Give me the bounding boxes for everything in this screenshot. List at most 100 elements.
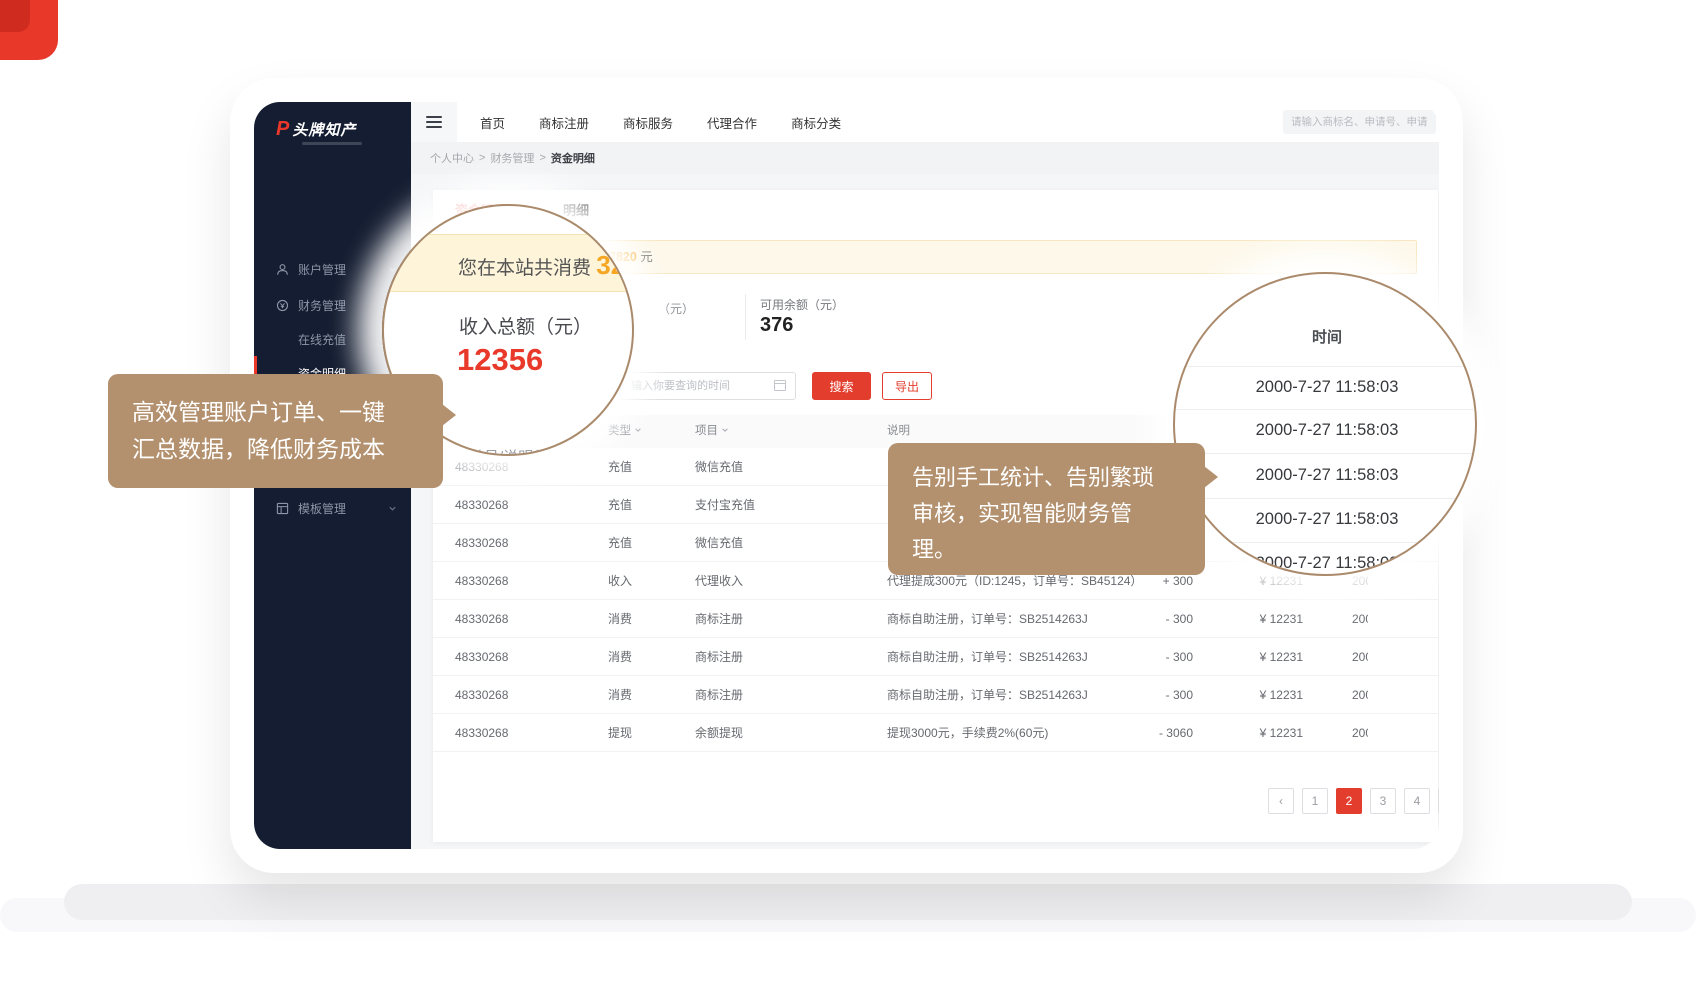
banner-unit: 元 bbox=[640, 250, 653, 264]
caret-down-icon bbox=[721, 426, 729, 434]
cell-type: 充值 bbox=[608, 524, 678, 562]
magnifier-right: 时间 2000-7-27 11:58:03 2000-7-27 11:58:03… bbox=[1173, 272, 1477, 576]
cell-type: 收入 bbox=[608, 562, 678, 600]
date-query-input[interactable] bbox=[620, 372, 796, 400]
nav-link-services[interactable]: 商标服务 bbox=[606, 113, 690, 132]
cell-amount: - 300 bbox=[1093, 600, 1193, 638]
sidebar-item-templates[interactable]: 模板管理 bbox=[254, 491, 411, 525]
magnified-income-label: 收入总额（元） bbox=[459, 312, 592, 339]
cell-time: 2000-7-27 11:58:03 bbox=[1352, 600, 1368, 638]
table-row[interactable]: 48330268 提现 余额提现 提现3000元，手续费2%(60元) - 30… bbox=[433, 714, 1438, 752]
cell-project: 代理收入 bbox=[695, 562, 845, 600]
cell-type: 消费 bbox=[608, 676, 678, 714]
callout-text: 高效管理账户订单、一键 bbox=[132, 394, 443, 431]
cell-type: 消费 bbox=[608, 638, 678, 676]
hamburger-icon bbox=[426, 113, 442, 131]
callout-right: 告别手工统计、告别繁琐 审核，实现智能财务管 理。 bbox=[888, 443, 1205, 575]
cell-order: 48330268 bbox=[455, 562, 575, 600]
separator bbox=[1175, 366, 1477, 367]
cell-amount: - 3060 bbox=[1093, 714, 1193, 752]
cell-order: 48330268 bbox=[455, 486, 575, 524]
magnified-time-row: 2000-7-27 11:58:03 bbox=[1175, 421, 1477, 440]
finance-icon bbox=[276, 299, 289, 312]
menu-toggle[interactable] bbox=[411, 102, 457, 142]
magnified-time-header: 时间 bbox=[1175, 326, 1477, 347]
magnified-time-row: 2000-7-27 11:58:03 bbox=[1175, 554, 1477, 573]
cell-type: 充值 bbox=[608, 448, 678, 486]
calendar-icon[interactable] bbox=[774, 380, 786, 391]
separator bbox=[1175, 498, 1477, 499]
cell-amount: - 300 bbox=[1093, 676, 1193, 714]
caret-down-icon bbox=[634, 426, 642, 434]
stat-divider bbox=[745, 294, 746, 340]
logo-icon: P bbox=[276, 118, 289, 141]
column-header-project[interactable]: 项目 bbox=[695, 415, 729, 448]
top-navbar: 首页 商标注册 商标服务 代理合作 商标分类 bbox=[411, 102, 1439, 142]
search-button[interactable]: 搜索 bbox=[812, 372, 871, 400]
table-row[interactable]: 48330268 消费 商标注册 商标自助注册，订单号：SB2514263J -… bbox=[433, 676, 1438, 714]
trademark-search-input[interactable] bbox=[1283, 110, 1436, 134]
breadcrumb-item[interactable]: 财务管理 bbox=[490, 150, 534, 166]
pagination-page-5[interactable]: 5 bbox=[1438, 788, 1439, 814]
stat-balance-label: 可用余额（元） bbox=[760, 296, 844, 313]
pagination-prev-button[interactable]: ‹ bbox=[1268, 788, 1294, 814]
cell-time: 2000-7-27 11:58:03 bbox=[1352, 638, 1368, 676]
nav-link-register[interactable]: 商标注册 bbox=[522, 113, 606, 132]
cell-type: 提现 bbox=[608, 714, 678, 752]
pagination: ‹ 1 2 3 4 5 bbox=[1268, 788, 1439, 814]
table-row[interactable]: 48330268 消费 商标注册 商标自助注册，订单号：SB2514263J -… bbox=[433, 600, 1438, 638]
cell-balance: ¥ 12231 bbox=[1223, 676, 1303, 714]
cell-time: 2000-7-27 11:58:03 bbox=[1352, 676, 1368, 714]
laptop-base bbox=[64, 884, 1632, 920]
cell-order: 48330268 bbox=[455, 676, 575, 714]
export-button[interactable]: 导出 bbox=[882, 372, 932, 400]
callout-text: 理。 bbox=[912, 532, 1205, 568]
pagination-page-2-active[interactable]: 2 bbox=[1336, 788, 1362, 814]
corner-decoration-inner bbox=[0, 0, 30, 32]
pagination-page-1[interactable]: 1 bbox=[1302, 788, 1328, 814]
magnified-time-row: 2000-7-27 11:58:03 bbox=[1175, 466, 1477, 485]
callout-arrow bbox=[1204, 466, 1218, 488]
tab-secondary-fragment[interactable]: 明细 bbox=[563, 200, 589, 219]
callout-arrow bbox=[442, 404, 456, 426]
nav-link-home[interactable]: 首页 bbox=[463, 113, 522, 132]
breadcrumb-current: 资金明细 bbox=[551, 150, 595, 166]
logo-text: 头牌知产 bbox=[292, 119, 356, 140]
separator bbox=[1175, 409, 1477, 410]
cell-project: 微信充值 bbox=[695, 524, 845, 562]
cell-order: 48330268 bbox=[455, 524, 575, 562]
cell-project: 商标注册 bbox=[695, 676, 845, 714]
page: P 头牌知产 账户管理 财务管理 在线充值 资金明细 订单管理 我的优惠券 bbox=[0, 0, 1696, 1002]
separator bbox=[1175, 542, 1477, 543]
cell-balance: ¥ 12231 bbox=[1223, 600, 1303, 638]
user-icon bbox=[276, 263, 289, 276]
sidebar-item-label: 财务管理 bbox=[298, 297, 346, 314]
callout-left: 高效管理账户订单、一键 汇总数据，降低财务成本 bbox=[108, 374, 443, 488]
nav-link-agency[interactable]: 代理合作 bbox=[690, 113, 774, 132]
pagination-page-4[interactable]: 4 bbox=[1404, 788, 1430, 814]
cell-order: 48330268 bbox=[455, 714, 575, 752]
breadcrumb-item[interactable]: 个人中心 bbox=[430, 150, 474, 166]
magnified-income-value: 12356 bbox=[457, 342, 543, 378]
cell-amount: - 300 bbox=[1093, 638, 1193, 676]
sidebar-item-label: 账户管理 bbox=[298, 261, 346, 278]
separator bbox=[1175, 453, 1477, 454]
logo-subtext bbox=[302, 142, 362, 145]
sidebar-item-label: 在线充值 bbox=[298, 331, 346, 348]
callout-text: 审核，实现智能财务管 bbox=[912, 496, 1205, 532]
cell-project: 商标注册 bbox=[695, 600, 845, 638]
breadcrumb-separator: > bbox=[539, 152, 545, 164]
cell-project: 商标注册 bbox=[695, 638, 845, 676]
cell-order: 48330268 bbox=[455, 638, 575, 676]
column-header-type[interactable]: 类型 bbox=[608, 415, 642, 448]
template-icon bbox=[276, 502, 289, 515]
pagination-page-3[interactable]: 3 bbox=[1370, 788, 1396, 814]
nav-link-categories[interactable]: 商标分类 bbox=[774, 113, 858, 132]
breadcrumb: 个人中心 > 财务管理 > 资金明细 bbox=[411, 142, 1439, 174]
table-row[interactable]: 48330268 消费 商标注册 商标自助注册，订单号：SB2514263J -… bbox=[433, 638, 1438, 676]
stat-balance-value: 376 bbox=[760, 314, 793, 337]
cell-project: 支付宝充值 bbox=[695, 486, 845, 524]
cell-project: 微信充值 bbox=[695, 448, 845, 486]
nav-links: 首页 商标注册 商标服务 代理合作 商标分类 bbox=[463, 102, 858, 142]
app-logo: P 头牌知产 bbox=[276, 118, 356, 141]
